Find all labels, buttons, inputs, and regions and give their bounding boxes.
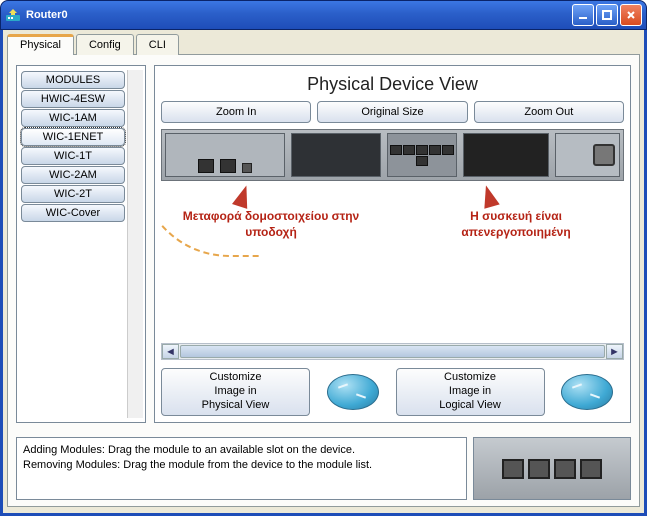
rj45-port-icon bbox=[220, 159, 236, 173]
pane-title: Physical Device View bbox=[155, 66, 630, 101]
rj45-port-icon bbox=[390, 145, 402, 155]
original-size-button[interactable]: Original Size bbox=[317, 101, 467, 123]
tab-physical[interactable]: Physical bbox=[7, 34, 74, 55]
customize-physical-button[interactable]: Customize Image in Physical View bbox=[161, 368, 310, 416]
rj45-port-icon bbox=[442, 145, 454, 155]
module-wic-1enet[interactable]: WIC-1ENET bbox=[21, 128, 125, 146]
aux-port-icon bbox=[242, 163, 252, 173]
title-bar: Router0 bbox=[0, 0, 647, 30]
module-list: MODULES HWIC-4ESW WIC-1AM WIC-1ENET WIC-… bbox=[19, 70, 127, 418]
horizontal-scrollbar[interactable]: ◄ ► bbox=[161, 343, 624, 360]
rj45-port-icon bbox=[416, 156, 428, 166]
zoom-out-button[interactable]: Zoom Out bbox=[474, 101, 624, 123]
scroll-thumb[interactable] bbox=[180, 345, 605, 358]
slot-card[interactable] bbox=[165, 133, 285, 177]
close-button[interactable] bbox=[620, 4, 642, 26]
app-icon bbox=[5, 7, 21, 23]
tab-bar: Physical Config CLI bbox=[7, 33, 640, 55]
help-text: Adding Modules: Drag the module to an av… bbox=[16, 437, 467, 500]
tab-cli[interactable]: CLI bbox=[136, 34, 179, 55]
module-wic-1t[interactable]: WIC-1T bbox=[21, 147, 125, 165]
modules-header[interactable]: MODULES bbox=[21, 71, 125, 89]
arrow-up-icon bbox=[232, 183, 254, 209]
rj45-port-icon bbox=[502, 459, 524, 479]
rj45-port-icon bbox=[198, 159, 214, 173]
device-pane: Physical Device View Zoom In Original Si… bbox=[154, 65, 631, 423]
maximize-button[interactable] bbox=[596, 4, 618, 26]
help-line-1: Adding Modules: Drag the module to an av… bbox=[23, 443, 460, 458]
router-chassis[interactable] bbox=[161, 129, 624, 181]
rj45-port-icon bbox=[416, 145, 428, 155]
minimize-button[interactable] bbox=[572, 4, 594, 26]
window-title: Router0 bbox=[26, 9, 570, 21]
power-section[interactable] bbox=[555, 133, 620, 177]
router-physical-icon bbox=[316, 368, 390, 416]
module-wic-cover[interactable]: WIC-Cover bbox=[21, 204, 125, 222]
scroll-right-icon[interactable]: ► bbox=[606, 344, 623, 359]
module-wic-2t[interactable]: WIC-2T bbox=[21, 185, 125, 203]
power-switch-icon[interactable] bbox=[593, 144, 615, 166]
annotation-drag-module: Μεταφορά δομοστοιχείου στην υποδοχή bbox=[171, 209, 371, 240]
module-wic-2am[interactable]: WIC-2AM bbox=[21, 166, 125, 184]
slot-empty[interactable] bbox=[291, 133, 381, 177]
rj45-port-icon bbox=[403, 145, 415, 155]
slot-switch-ports[interactable] bbox=[387, 133, 457, 177]
rj45-port-icon bbox=[580, 459, 602, 479]
router-logical-icon bbox=[551, 368, 625, 416]
help-line-2: Removing Modules: Drag the module from t… bbox=[23, 458, 460, 473]
rj45-port-icon bbox=[554, 459, 576, 479]
module-hwic-4esw[interactable]: HWIC-4ESW bbox=[21, 90, 125, 108]
module-sidebar: MODULES HWIC-4ESW WIC-1AM WIC-1ENET WIC-… bbox=[16, 65, 146, 423]
annotation-device-off: Η συσκευή είναι απενεργοποιημένη bbox=[426, 209, 606, 240]
sidebar-scrollbar[interactable] bbox=[127, 70, 143, 418]
slot-wan[interactable] bbox=[463, 133, 549, 177]
scroll-left-icon[interactable]: ◄ bbox=[162, 344, 179, 359]
customize-logical-button[interactable]: Customize Image in Logical View bbox=[396, 368, 545, 416]
rj45-port-icon bbox=[528, 459, 550, 479]
tab-config[interactable]: Config bbox=[76, 34, 134, 55]
module-wic-1am[interactable]: WIC-1AM bbox=[21, 109, 125, 127]
arrow-up-icon bbox=[478, 183, 499, 209]
device-area[interactable]: Μεταφορά δομοστοιχείου στην υποδοχή Η συ… bbox=[161, 129, 624, 337]
rj45-port-icon bbox=[429, 145, 441, 155]
module-preview[interactable] bbox=[473, 437, 631, 500]
zoom-in-button[interactable]: Zoom In bbox=[161, 101, 311, 123]
